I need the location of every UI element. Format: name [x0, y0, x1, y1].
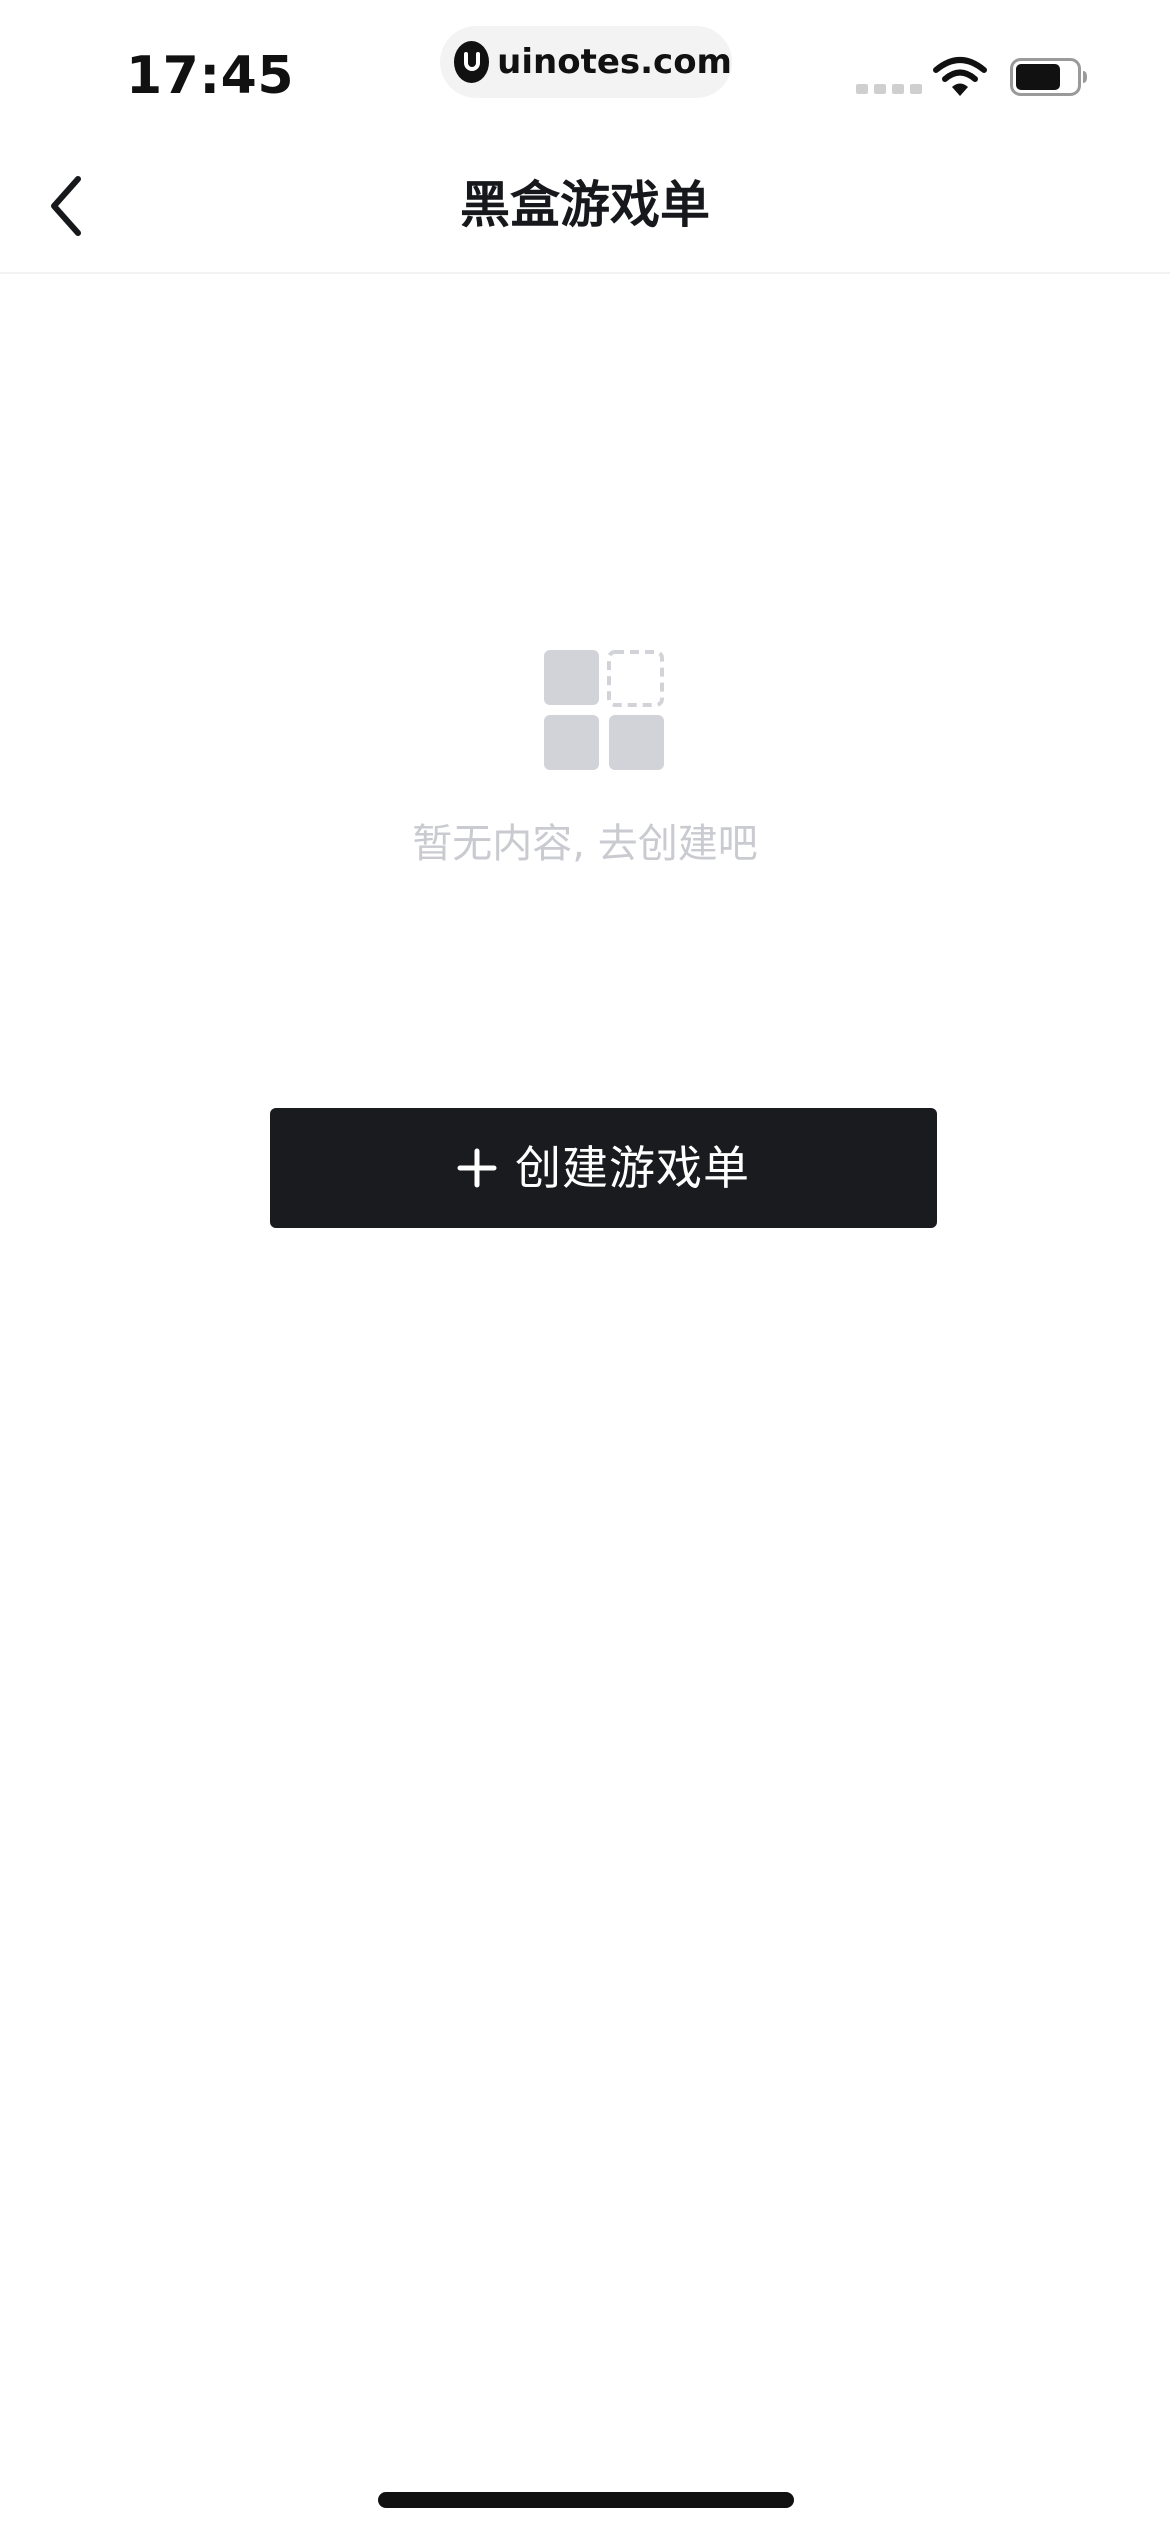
nav-divider [0, 272, 1170, 274]
signal-icon [856, 84, 922, 94]
empty-state-message: 暂无内容, 去创建吧 [412, 821, 758, 867]
create-game-list-button[interactable]: 创建游戏单 [270, 1108, 937, 1228]
url-text: uinotes.com [497, 42, 732, 82]
empty-grid-icon [544, 650, 664, 770]
screen: 17:45 uinotes.com 黑盒游戏单 暂无内容, 去创建吧 创建游戏单 [0, 0, 1170, 2532]
home-indicator[interactable] [378, 2492, 794, 2508]
site-logo-icon [454, 41, 490, 83]
battery-icon [1010, 58, 1087, 96]
url-pill[interactable]: uinotes.com [440, 26, 732, 98]
page-title: 黑盒游戏单 [460, 176, 710, 234]
wifi-icon [933, 57, 987, 96]
status-time: 17:45 [126, 46, 295, 106]
plus-icon [457, 1148, 497, 1188]
create-button-label: 创建游戏单 [515, 1141, 750, 1195]
